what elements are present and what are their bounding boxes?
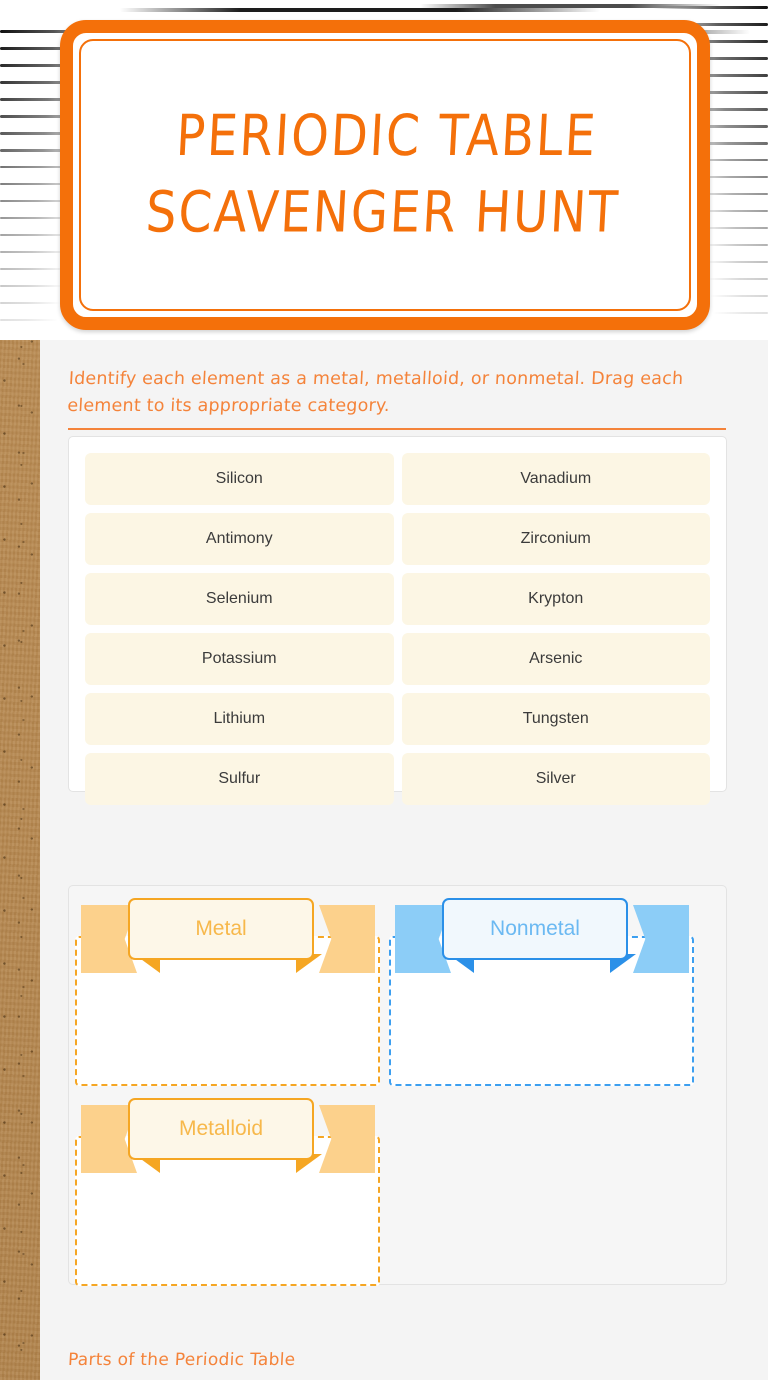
sketch-line xyxy=(0,302,62,304)
element-chip[interactable]: Potassium xyxy=(85,633,394,685)
element-chip[interactable]: Selenium xyxy=(85,573,394,625)
sketch-line xyxy=(706,278,768,280)
elements-card: Silicon Vanadium Antimony Zirconium Selenium… xyxy=(68,436,727,805)
category-zone[interactable]: Nonmetal xyxy=(389,898,694,1086)
sketch-line xyxy=(0,285,65,287)
sketch-line xyxy=(0,268,69,270)
element-chip[interactable]: Vanadium xyxy=(401,453,710,505)
category-zones-card: Metal Nonmetal Metalloid xyxy=(68,885,727,1286)
instruction-divider xyxy=(68,428,726,430)
page-title: Periodic Table Scavenger Hunt xyxy=(144,99,625,252)
drop-area[interactable] xyxy=(75,1136,380,1286)
elements-grid: Silicon Vanadium Antimony Zirconium Selenium… xyxy=(85,453,710,805)
element-chip[interactable]: Krypton xyxy=(401,573,710,625)
page-title-line-1: Periodic Table xyxy=(174,103,600,170)
element-chip[interactable]: Lithium xyxy=(85,693,394,745)
drop-area[interactable] xyxy=(75,936,380,1086)
category-zone[interactable]: Metalloid xyxy=(75,1098,380,1286)
sketch-line xyxy=(712,312,768,314)
element-chip[interactable]: Arsenic xyxy=(401,633,710,685)
header-inner-frame: Periodic Table Scavenger Hunt xyxy=(79,39,691,311)
footer-label: Parts of the Periodic Table xyxy=(67,1350,296,1370)
element-chip[interactable]: Zirconium xyxy=(401,513,710,565)
element-chip[interactable]: Silver xyxy=(401,753,710,805)
category-zone[interactable]: Metal xyxy=(75,898,380,1086)
main-panel: Identify each element as a metal, metall… xyxy=(40,340,768,1380)
sketch-line xyxy=(702,261,768,263)
sketch-line xyxy=(0,319,58,321)
sketch-line xyxy=(420,4,720,8)
sketch-line xyxy=(120,8,600,12)
instruction-text: Identify each element as a metal, metall… xyxy=(66,369,684,417)
element-chip[interactable]: Sulfur xyxy=(85,753,394,805)
element-chip[interactable]: Tungsten xyxy=(401,693,710,745)
element-chip[interactable]: Silicon xyxy=(85,453,394,505)
header-card: Periodic Table Scavenger Hunt xyxy=(60,20,710,330)
page-title-line-2: Scavenger Hunt xyxy=(144,179,622,246)
sketch-line xyxy=(709,295,768,297)
drop-area[interactable] xyxy=(389,936,694,1086)
element-chip[interactable]: Antimony xyxy=(85,513,394,565)
